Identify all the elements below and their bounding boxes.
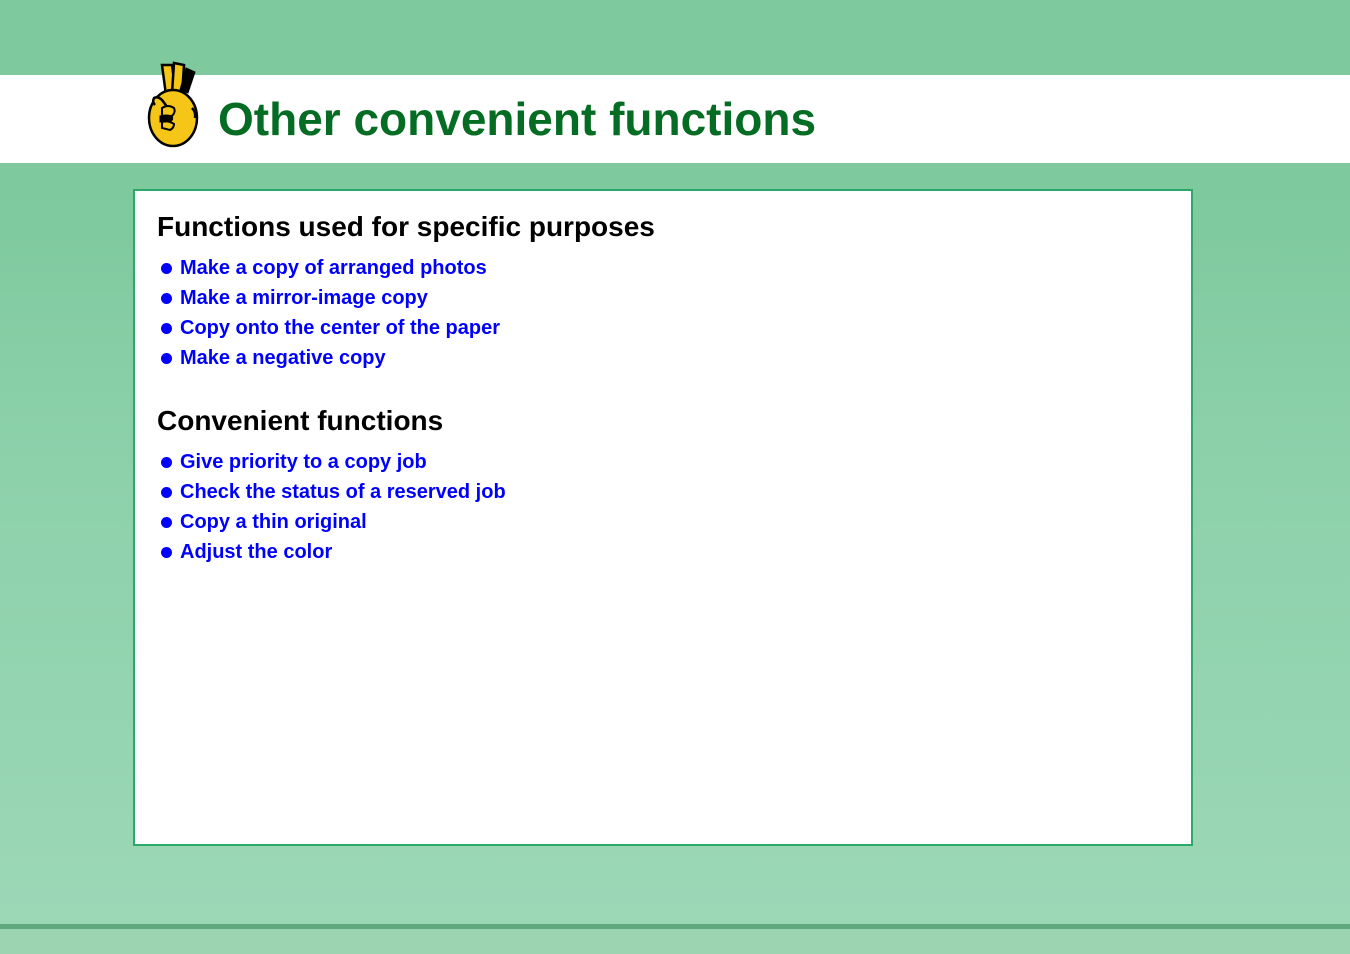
bottom-bar-light — [0, 929, 1350, 954]
list-item: Adjust the color — [161, 537, 1169, 567]
list-item: Copy a thin original — [161, 507, 1169, 537]
function-link[interactable]: Copy onto the center of the paper — [180, 313, 500, 343]
function-link[interactable]: Copy a thin original — [180, 507, 367, 537]
list-item: Copy onto the center of the paper — [161, 313, 1169, 343]
bullet-icon — [161, 517, 172, 528]
link-list-2: Give priority to a copy job Check the st… — [161, 447, 1169, 567]
peace-hand-icon — [140, 60, 210, 155]
bullet-icon — [161, 457, 172, 468]
bullet-icon — [161, 263, 172, 274]
list-item: Make a mirror-image copy — [161, 283, 1169, 313]
link-list-1: Make a copy of arranged photos Make a mi… — [161, 253, 1169, 373]
list-item: Give priority to a copy job — [161, 447, 1169, 477]
function-link[interactable]: Make a mirror-image copy — [180, 283, 428, 313]
function-link[interactable]: Check the status of a reserved job — [180, 477, 506, 507]
bullet-icon — [161, 323, 172, 334]
list-item: Make a copy of arranged photos — [161, 253, 1169, 283]
title-banner: Other convenient functions — [0, 75, 1350, 163]
function-link[interactable]: Make a copy of arranged photos — [180, 253, 487, 283]
section-heading-2: Convenient functions — [157, 405, 1169, 437]
bullet-icon — [161, 547, 172, 558]
list-item: Check the status of a reserved job — [161, 477, 1169, 507]
list-item: Make a negative copy — [161, 343, 1169, 373]
section-heading-1: Functions used for specific purposes — [157, 211, 1169, 243]
bottom-bar — [0, 924, 1350, 954]
content-box: Functions used for specific purposes Mak… — [133, 189, 1193, 846]
function-link[interactable]: Adjust the color — [180, 537, 332, 567]
bullet-icon — [161, 353, 172, 364]
function-link[interactable]: Give priority to a copy job — [180, 447, 427, 477]
page-title: Other convenient functions — [218, 92, 816, 146]
function-link[interactable]: Make a negative copy — [180, 343, 386, 373]
bullet-icon — [161, 293, 172, 304]
bullet-icon — [161, 487, 172, 498]
